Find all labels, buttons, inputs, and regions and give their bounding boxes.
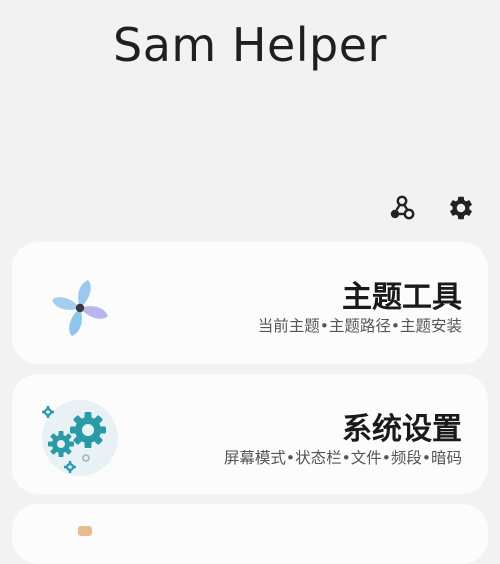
system-settings-card[interactable]: 系统设置 屏幕模式•状态栏•文件•频段•暗码 (12, 374, 488, 494)
settings-button[interactable] (445, 192, 477, 224)
card-title: 系统设置 (342, 412, 462, 447)
next-card[interactable] (12, 504, 488, 564)
molecule-icon (390, 195, 415, 220)
card-subtitle: 屏幕模式•状态栏•文件•频段•暗码 (223, 449, 462, 467)
app-title: Sam Helper (113, 18, 387, 72)
theme-tools-card[interactable]: 主题工具 当前主题•主题路径•主题安装 (12, 242, 488, 364)
gear-icon (450, 196, 472, 220)
partial-card-icon (78, 526, 92, 536)
card-title: 主题工具 (342, 280, 462, 315)
gears-icon (34, 394, 124, 484)
card-subtitle: 当前主题•主题路径•主题安装 (257, 317, 462, 335)
pinwheel-icon (40, 268, 120, 348)
molecule-button[interactable] (386, 192, 418, 224)
